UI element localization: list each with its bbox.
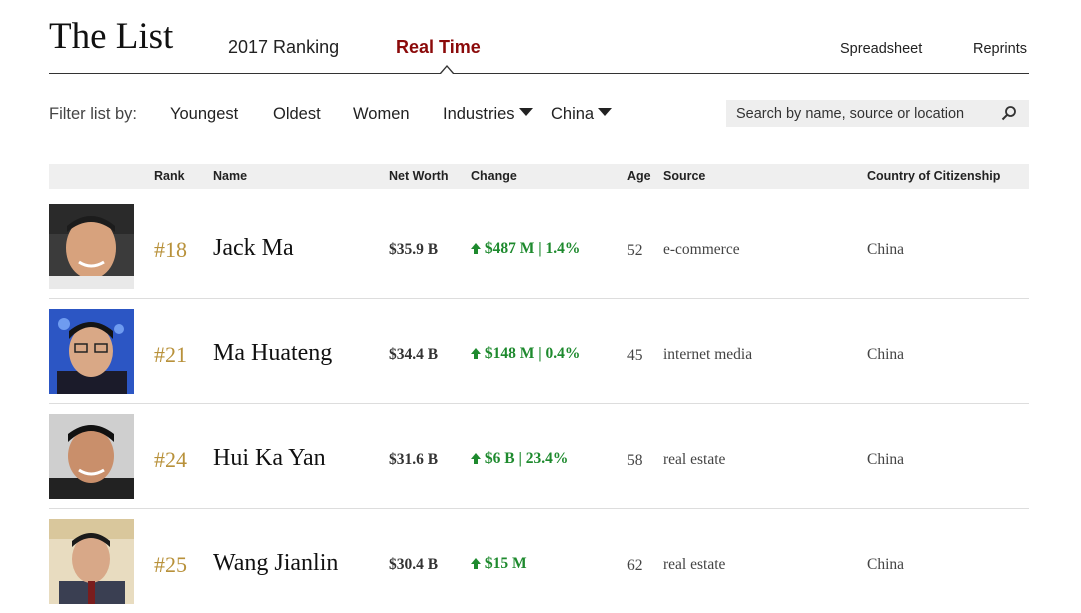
rank: #24	[154, 447, 187, 472]
table-row[interactable]: #25 Wang Jianlin $30.4 B $15 M 62 real e…	[49, 519, 1029, 613]
age: 62	[627, 557, 643, 574]
table-row[interactable]: #24 Hui Ka Yan $31.6 B $6 B | 23.4% 58 r…	[49, 414, 1029, 509]
header-divider	[49, 73, 1029, 74]
column-age[interactable]: Age	[627, 169, 651, 183]
net-worth: $30.4 B	[389, 556, 439, 573]
source: real estate	[663, 451, 726, 468]
avatar[interactable]	[49, 204, 134, 289]
table-row[interactable]: #21 Ma Huateng $34.4 B $148 M | 0.4% 45 …	[49, 309, 1029, 404]
age: 45	[627, 347, 643, 364]
table-header: Rank Name Net Worth Change Age Source Co…	[49, 164, 1029, 189]
column-source[interactable]: Source	[663, 169, 705, 183]
change-value: $487 M | 1.4%	[471, 240, 580, 258]
avatar[interactable]	[49, 414, 134, 499]
filter-women[interactable]: Women	[353, 105, 410, 124]
source: real estate	[663, 556, 726, 573]
chevron-down-icon	[518, 108, 533, 116]
industries-label: Industries	[443, 105, 515, 123]
change-text: $15 M	[484, 555, 527, 572]
filter-oldest[interactable]: Oldest	[273, 105, 321, 124]
change-value: $15 M	[471, 555, 527, 573]
tab-2017-ranking[interactable]: 2017 Ranking	[228, 36, 339, 58]
search-input[interactable]	[726, 100, 1006, 127]
net-worth: $35.9 B	[389, 241, 439, 258]
avatar[interactable]	[49, 309, 134, 394]
source: e-commerce	[663, 241, 740, 258]
table-row[interactable]: #18 Jack Ma $35.9 B $487 M | 1.4% 52 e-c…	[49, 204, 1029, 299]
country-label: China	[551, 105, 595, 123]
filter-label: Filter list by:	[49, 105, 138, 123]
rank: #18	[154, 237, 187, 262]
avatar[interactable]	[49, 519, 134, 604]
person-name[interactable]: Ma Huateng	[213, 340, 332, 367]
change-text: $487 M | 1.4%	[484, 240, 581, 257]
age: 52	[627, 242, 643, 259]
person-name[interactable]: Hui Ka Yan	[213, 445, 326, 472]
tab-real-time[interactable]: Real Time	[396, 36, 481, 58]
filter-youngest[interactable]: Youngest	[170, 105, 238, 124]
rank: #21	[154, 342, 187, 367]
column-country[interactable]: Country of Citizenship	[867, 169, 1000, 183]
person-name[interactable]: Jack Ma	[213, 235, 294, 262]
arrow-up-icon	[471, 348, 481, 359]
change-value: $6 B | 23.4%	[471, 450, 568, 468]
country: China	[867, 451, 905, 468]
net-worth: $34.4 B	[389, 346, 439, 363]
arrow-up-icon	[471, 453, 481, 464]
filter-country-dropdown[interactable]: China	[551, 105, 613, 124]
age: 58	[627, 452, 643, 469]
column-rank[interactable]: Rank	[154, 169, 185, 183]
site-title[interactable]: The List	[49, 18, 173, 55]
column-change[interactable]: Change	[471, 169, 517, 183]
spreadsheet-link[interactable]: Spreadsheet	[840, 40, 922, 58]
person-name[interactable]: Wang Jianlin	[213, 550, 338, 577]
rank: #25	[154, 552, 187, 577]
column-name[interactable]: Name	[213, 169, 247, 183]
arrow-up-icon	[471, 243, 481, 254]
change-text: $148 M | 0.4%	[484, 345, 581, 362]
net-worth: $31.6 B	[389, 451, 439, 468]
country: China	[867, 556, 905, 573]
country: China	[867, 346, 905, 363]
change-value: $148 M | 0.4%	[471, 345, 580, 363]
source: internet media	[663, 346, 753, 363]
chevron-down-icon	[598, 108, 613, 116]
country: China	[867, 241, 905, 258]
search-icon[interactable]	[1001, 105, 1017, 121]
column-net-worth[interactable]: Net Worth	[389, 169, 449, 183]
reprints-link[interactable]: Reprints	[973, 40, 1027, 58]
filter-industries-dropdown[interactable]: Industries	[443, 105, 533, 124]
arrow-up-icon	[471, 558, 481, 569]
search-box	[726, 100, 1029, 127]
change-text: $6 B | 23.4%	[484, 450, 569, 467]
